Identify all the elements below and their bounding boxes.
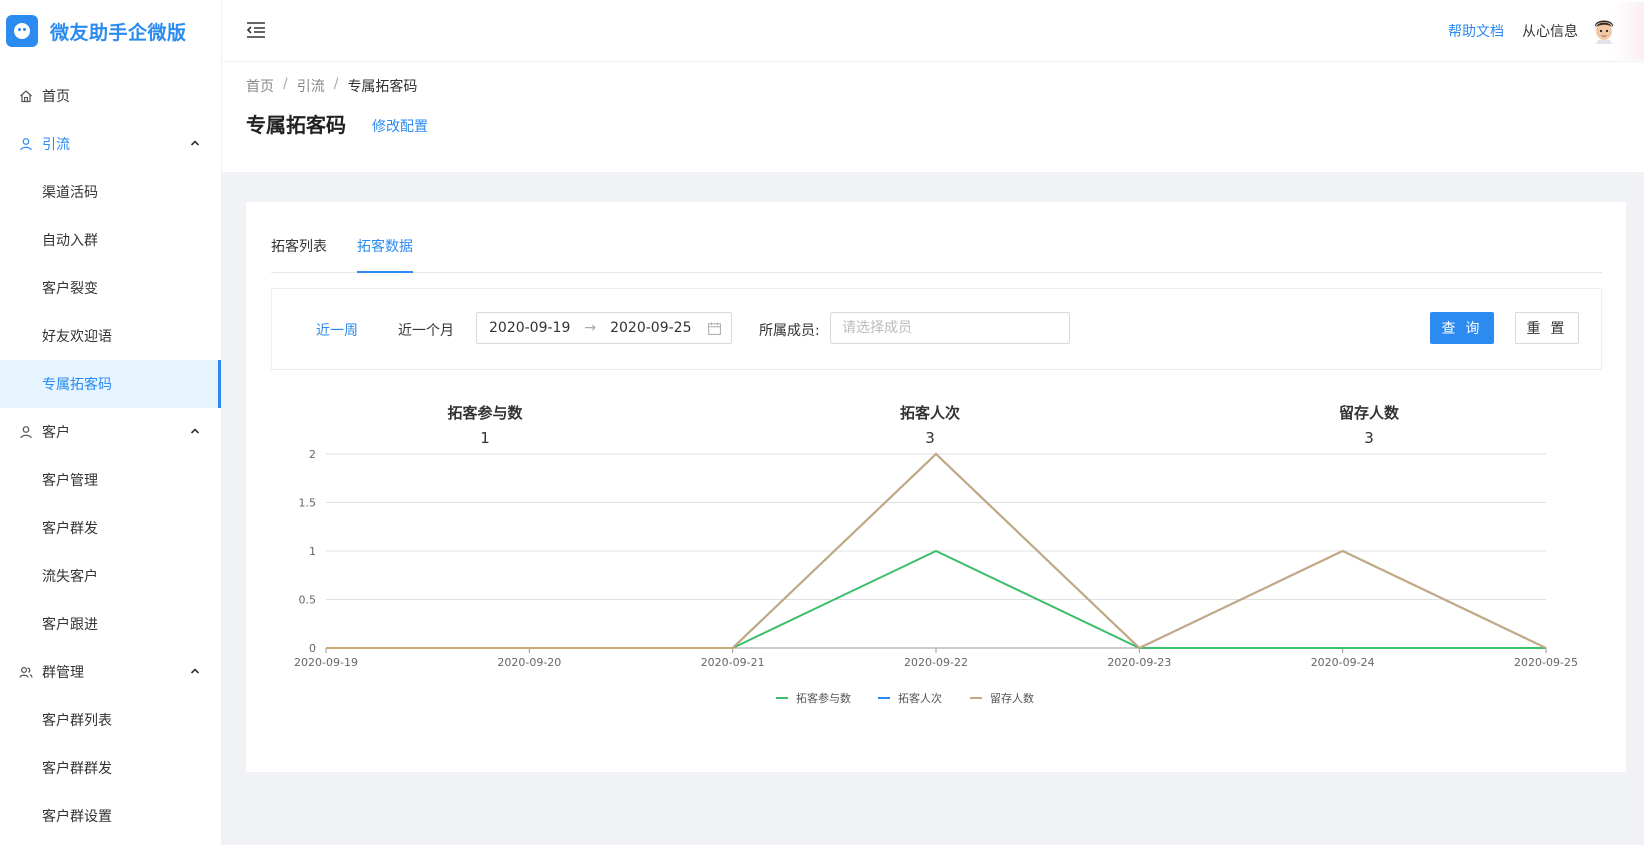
y-tick-label: 1.5: [299, 497, 317, 510]
reset-button[interactable]: 重 置: [1515, 312, 1579, 344]
tabs: 拓客列表 拓客数据: [271, 232, 1602, 273]
x-tick-label: 2020-09-19: [294, 656, 358, 669]
breadcrumb-current: 专属拓客码: [347, 79, 418, 95]
sidebar-item-label: 首页: [42, 89, 70, 105]
x-tick-label: 2020-09-24: [1311, 656, 1375, 669]
sidebar-subitem-group-broadcast[interactable]: 客户群群发: [0, 744, 221, 792]
breadcrumb-traffic[interactable]: 引流: [297, 76, 325, 96]
brand[interactable]: 微友助手企微版: [0, 0, 221, 62]
sidebar-item-label: 群管理: [42, 665, 84, 681]
sidebar-item-traffic[interactable]: 引流: [0, 120, 221, 168]
breadcrumb-separator: /: [283, 76, 288, 92]
legend-label: 拓客人次: [898, 691, 942, 705]
x-tick-label: 2020-09-23: [1107, 656, 1171, 669]
member-select[interactable]: [830, 312, 1070, 344]
range-arrow-icon: →: [584, 320, 597, 336]
breadcrumb-separator: /: [333, 76, 339, 92]
sidebar-item-home[interactable]: 首页: [0, 72, 221, 120]
brand-logo-icon: [6, 15, 38, 47]
x-tick-label: 2020-09-21: [701, 656, 765, 669]
sidebar-item-label: 引流: [42, 137, 70, 153]
quick-range-month[interactable]: 近一个月: [398, 320, 454, 340]
sidebar-subitem-group-list[interactable]: 客户群列表: [0, 696, 221, 744]
tab-customer-list[interactable]: 拓客列表: [271, 232, 327, 273]
user-name[interactable]: 从心信息: [1522, 21, 1578, 41]
y-tick-label: 0.5: [299, 594, 317, 607]
line-chart: 0 0.5 1 1.5 2 2020-09-19 2020-09-20 2020-09-21 2…: [294, 448, 1578, 705]
sidebar-item-customer[interactable]: 客户: [0, 408, 221, 456]
sidebar-subitem-welcome[interactable]: 好友欢迎语: [0, 312, 221, 360]
y-tick-label: 1: [309, 545, 316, 558]
stat-title: 拓客参与数: [447, 404, 523, 422]
calendar-icon: [708, 322, 721, 335]
x-tick-label: 2020-09-25: [1514, 656, 1578, 669]
filter-panel: 近一周 近一个月 2020-09-19 → 2020-09-25 所属成员: 查…: [271, 288, 1602, 370]
sidebar-subitem-lost-customer[interactable]: 流失客户: [0, 552, 221, 600]
quick-range-week[interactable]: 近一周: [316, 320, 358, 340]
x-tick-label: 2020-09-20: [497, 656, 561, 669]
chevron-up-icon: [190, 428, 200, 434]
stat-title: 留存人数: [1338, 404, 1399, 422]
sidebar-item-label: 客户: [42, 425, 70, 441]
date-range-picker[interactable]: 2020-09-19 → 2020-09-25: [476, 312, 732, 344]
sidebar-menu: 首页 引流 渠道活码 自动入群 客户裂变 好友欢迎语 专属拓客码 客户 客户管理…: [0, 72, 221, 840]
group-icon: [18, 664, 34, 680]
edit-config-link[interactable]: 修改配置: [372, 116, 428, 136]
home-icon: [18, 88, 34, 104]
y-tick-label: 2: [309, 448, 316, 461]
avatar[interactable]: [1592, 2, 1644, 60]
sidebar-subitem-auto-join[interactable]: 自动入群: [0, 216, 221, 264]
legend-label: 留存人数: [990, 691, 1034, 705]
x-tick-label: 2020-09-22: [904, 656, 968, 669]
top-header: 帮助文档 从心信息: [222, 0, 1644, 62]
sidebar: 微友助手企微版 首页 引流 渠道活码 自动入群 客户裂变 好友欢迎语 专属拓客码…: [0, 0, 222, 845]
sidebar-subitem-group-settings[interactable]: 客户群设置: [0, 792, 221, 840]
legend-label: 拓客参与数: [796, 691, 851, 705]
page-header: 首页 / 引流 / 专属拓客码 专属拓客码 修改配置: [222, 62, 1644, 172]
query-button[interactable]: 查 询: [1430, 312, 1494, 344]
tab-customer-data[interactable]: 拓客数据: [357, 232, 413, 273]
user-icon: [18, 136, 34, 152]
avatar-face-icon: [1595, 20, 1613, 44]
date-start: 2020-09-19: [489, 320, 571, 336]
y-tick-label: 0: [309, 642, 316, 655]
sidebar-subitem-customer-broadcast[interactable]: 客户群发: [0, 504, 221, 552]
menu-fold-icon[interactable]: [246, 21, 266, 39]
breadcrumb-home[interactable]: 首页: [246, 76, 274, 96]
sidebar-subitem-customer-follow[interactable]: 客户跟进: [0, 600, 221, 648]
sidebar-subitem-fission[interactable]: 客户裂变: [0, 264, 221, 312]
user-icon: [18, 424, 34, 440]
help-docs-link[interactable]: 帮助文档: [1448, 21, 1504, 41]
chevron-up-icon: [190, 140, 200, 146]
breadcrumb: 首页 / 引流 / 专属拓客码: [246, 76, 417, 96]
sidebar-item-group-manage[interactable]: 群管理: [0, 648, 221, 696]
member-label: 所属成员:: [759, 323, 820, 339]
sidebar-subitem-exclusive-code[interactable]: 专属拓客码: [0, 360, 221, 408]
brand-title: 微友助手企微版: [50, 21, 187, 44]
stat-title: 拓客人次: [899, 404, 960, 422]
sidebar-subitem-customer-manage[interactable]: 客户管理: [0, 456, 221, 504]
content-card: 拓客列表 拓客数据 近一周 近一个月 2020-09-19 → 2020-09-…: [246, 202, 1626, 772]
page-title: 专属拓客码: [246, 113, 346, 137]
date-end: 2020-09-25: [610, 320, 692, 336]
chevron-up-icon: [190, 668, 200, 674]
sidebar-subitem-channel-code[interactable]: 渠道活码: [0, 168, 221, 216]
